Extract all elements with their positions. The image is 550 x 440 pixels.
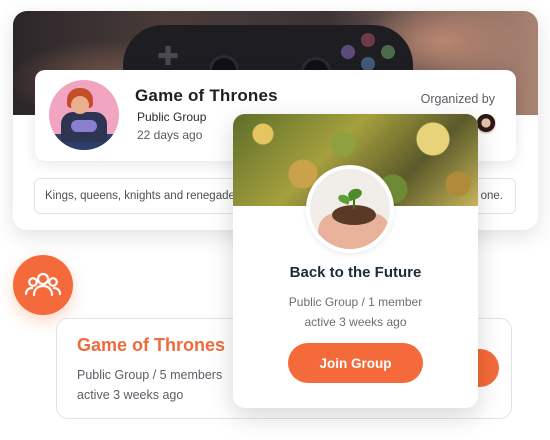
lower-group-activity: active 3 weeks ago <box>77 388 184 402</box>
group-title[interactable]: Game of Thrones <box>135 86 278 106</box>
group-type: Public Group <box>137 110 207 124</box>
popup-group-meta: Public Group / 1 member <box>288 295 423 309</box>
group-popup-card: Back to the Future Public Group / 1 memb… <box>233 114 478 408</box>
popup-group-activity: active 3 weeks ago <box>304 315 407 329</box>
organized-by-label: Organized by <box>420 92 495 106</box>
dpad-icon: ✚ <box>157 41 179 71</box>
popup-group-avatar[interactable] <box>306 165 394 253</box>
lower-group-title[interactable]: Game of Thrones <box>77 335 225 356</box>
description-text-end: one. <box>480 190 503 202</box>
popup-group-title[interactable]: Back to the Future <box>233 264 478 281</box>
controller-button-shape <box>361 33 375 47</box>
group-age: 22 days ago <box>137 128 203 142</box>
description-text: Kings, queens, knights and renegade <box>45 190 235 202</box>
users-group-icon <box>13 255 73 315</box>
join-group-button[interactable]: Join Group <box>288 343 423 383</box>
lower-group-meta: Public Group / 5 members <box>77 368 223 382</box>
controller-button-shape <box>361 57 375 71</box>
controller-button-shape <box>341 45 355 59</box>
group-avatar[interactable] <box>49 80 119 150</box>
controller-button-shape <box>381 45 395 59</box>
